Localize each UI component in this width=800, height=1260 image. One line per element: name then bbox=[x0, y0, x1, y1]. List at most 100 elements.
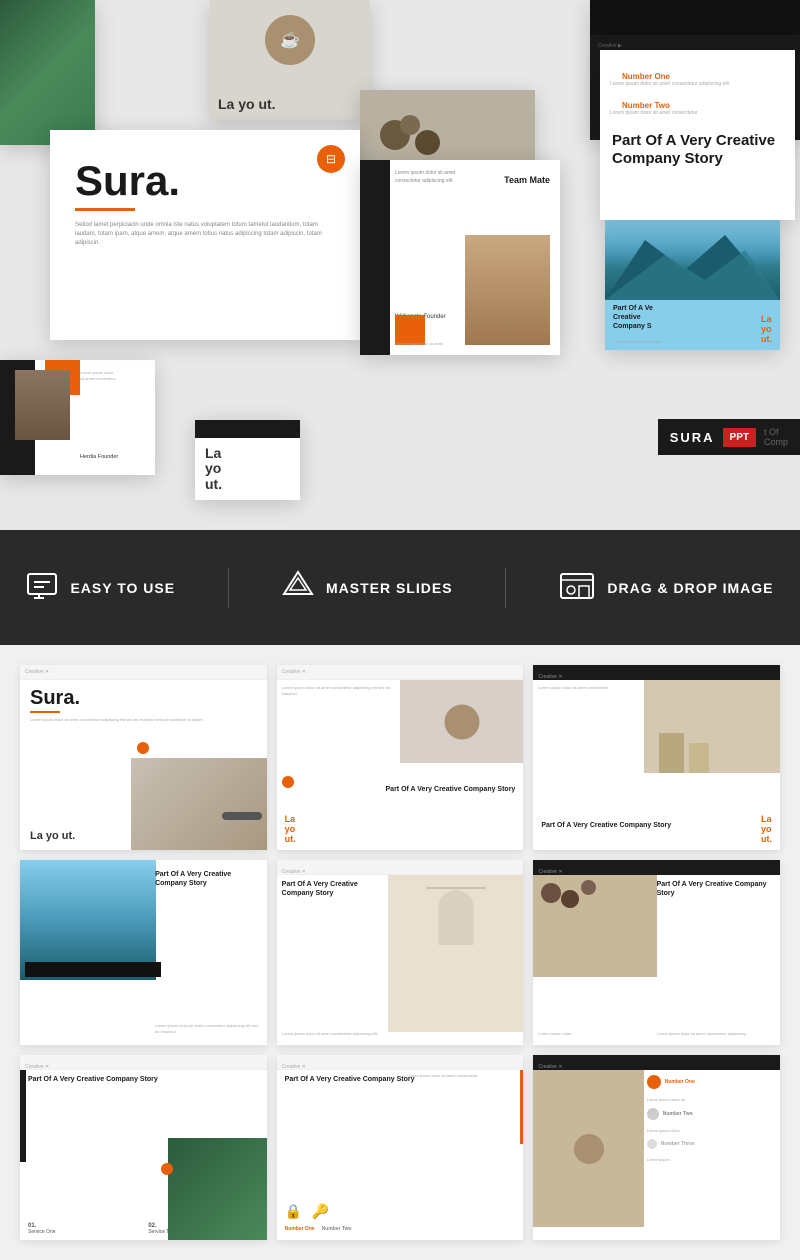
preview-section: ☕ La yo ut. Creative ▶ Number One Lorem … bbox=[0, 0, 800, 530]
gs5-arch-line bbox=[426, 887, 486, 889]
story-top-body2: Lorem ipsum dolor sit amet consectetur bbox=[610, 110, 785, 118]
gs5-arch bbox=[438, 890, 473, 945]
grid-slide-6: Creative ✕ Part Of A Very Creative Compa… bbox=[533, 860, 780, 1045]
gs3-story-text: Part Of A Very Creative Company Story bbox=[541, 821, 671, 830]
person-small-text: Lorem ipsum dolorsit amet consectetur bbox=[80, 370, 116, 382]
mountain-layout-text: Layout. bbox=[761, 315, 772, 345]
gs9-circle-1 bbox=[647, 1075, 661, 1089]
gs2-coffee-area bbox=[400, 680, 523, 763]
feature-easy-to-use: EASY TO USE bbox=[26, 570, 175, 606]
gs8-n2-label: Number Two bbox=[322, 1226, 352, 1232]
gs3-left-text: Lorem ipsum dolor sit amet consectetur. bbox=[538, 685, 644, 691]
person-photo bbox=[15, 370, 70, 440]
grid-slide-2: Creative ✕ Lorem ipsum dolor sit amet co… bbox=[277, 665, 524, 850]
gs1-body-text: Lorem ipsum dolor sit amet consectetur a… bbox=[30, 717, 257, 723]
gs8-header-text: Creative ✕ bbox=[277, 1064, 306, 1070]
slide-grid-section: Creative ✕ Sura. Lorem ipsum dolor sit a… bbox=[0, 645, 800, 1260]
gs7-service1-name: Service One bbox=[28, 1229, 138, 1235]
gs4-body-text: Lorem ipsum dolor sit amet consectetur a… bbox=[155, 1023, 259, 1035]
gs9-coffee-circle bbox=[574, 1134, 604, 1164]
gs1-header-text: Creative ✕ bbox=[25, 669, 49, 675]
grid-slide-7: Creative ✕ Part Of A Very Creative Compa… bbox=[20, 1055, 267, 1240]
gs9-n3-text: Lorem ipsum bbox=[647, 1157, 775, 1163]
gs8-body-text-right: Lorem ipsum dolor sit amet consectetur. bbox=[407, 1073, 518, 1079]
person-photo-bg bbox=[15, 370, 70, 440]
grid-slide-3: Creative ✕ Lorem ipsum dolor sit amet co… bbox=[533, 665, 780, 850]
feature-divider-2 bbox=[505, 568, 506, 608]
nut-2 bbox=[415, 130, 440, 155]
gs9-n1-label: Number One bbox=[665, 1079, 695, 1085]
ppt-text: PPT bbox=[723, 428, 756, 447]
team-small-text: Lorem ipsum dolor sit amet bbox=[395, 341, 443, 347]
gs9-dark-header: Creative ✕ bbox=[533, 1055, 780, 1070]
gs6-story-text: Part Of A Very Creative Company Story bbox=[657, 880, 775, 898]
mountain-story-text: Part Of A VeCreativeCompany S bbox=[605, 300, 780, 335]
main-body-text: Setiod lamet perpiciacin unde omnia iste… bbox=[75, 221, 335, 248]
gs2-layout-text: Layout. bbox=[285, 815, 296, 845]
gs9-n1-row: Number One bbox=[647, 1075, 775, 1089]
gs6-left-text: Lorem ipsum dolor bbox=[538, 1031, 571, 1037]
grid-slide-9: Creative ✕ Number One Lorem ipsum dolor … bbox=[533, 1055, 780, 1240]
team-dark-bar bbox=[360, 160, 390, 355]
gs8-n1-label: Number One bbox=[285, 1226, 315, 1232]
easy-to-use-label: EASY TO USE bbox=[70, 580, 175, 596]
gs7-black-bar bbox=[20, 1070, 26, 1162]
drag-drop-icon bbox=[559, 570, 595, 606]
easy-to-use-icon bbox=[26, 570, 58, 606]
master-slides-label: MASTER SLIDES bbox=[326, 580, 453, 596]
gs8-lock-icon: 🔒 bbox=[285, 1203, 302, 1220]
gs7-service1: 01. Service One bbox=[28, 1223, 138, 1235]
master-slides-icon bbox=[282, 570, 314, 606]
slide-grid: Creative ✕ Sura. Lorem ipsum dolor sit a… bbox=[20, 665, 780, 1240]
drag-drop-label: DRAG & DROP IMAGE bbox=[607, 580, 773, 596]
gs6-dark-header: Creative ✕ bbox=[533, 860, 780, 875]
bottom-layout-text: Layout. bbox=[205, 446, 222, 492]
gs3-header-text: Creative ✕ bbox=[533, 674, 562, 680]
story-top-title: Part Of A Very Creative Company Story bbox=[612, 132, 783, 168]
gs9-circle-3 bbox=[647, 1139, 657, 1149]
person-photo-bg bbox=[465, 235, 550, 345]
gs2-story-text: Part Of A Very Creative Company Story bbox=[386, 785, 516, 794]
slide-coffee: ☕ La yo ut. bbox=[210, 0, 370, 120]
gs9-n2-label: Number Two bbox=[663, 1111, 693, 1117]
gs9-n2-text: Lorem ipsum dolor bbox=[647, 1128, 775, 1134]
gs7-story-text: Part Of A Very Creative Company Story bbox=[28, 1075, 158, 1084]
slide-person-bl: Herdia Founder Lorem ipsum dolorsit amet… bbox=[0, 360, 155, 475]
gs7-header: Creative ✕ bbox=[20, 1055, 267, 1070]
mountain-svg bbox=[605, 220, 780, 300]
grid-slide-1: Creative ✕ Sura. Lorem ipsum dolor sit a… bbox=[20, 665, 267, 850]
slide-story-top: Number One Lorem ipsum dolor sit amet co… bbox=[600, 50, 795, 220]
mountain-body-text: Lorem ipsum dolor sit amet bbox=[613, 339, 661, 345]
gs2-coffee-circle bbox=[444, 704, 479, 739]
gs5-body-text: Lorem ipsum dolor sit amet consectetur a… bbox=[282, 1031, 388, 1037]
grid-slide-5: Creative ✕ Part Of A Very Creative Compa… bbox=[277, 860, 524, 1045]
feature-master-slides: MASTER SLIDES bbox=[282, 570, 453, 606]
gs6-bean1 bbox=[541, 883, 561, 903]
gs3-layout-text: Layout. bbox=[761, 815, 772, 845]
gs9-numbers-area: Number One Lorem ipsum dolor sit Number … bbox=[647, 1075, 775, 1163]
gs8-story-text: Part Of A Very Creative Company Story bbox=[285, 1075, 415, 1084]
story-top-body: Lorem ipsum dolor sit amet consectetur a… bbox=[610, 81, 785, 89]
ppt-extra: t OfComp bbox=[764, 427, 788, 447]
gs2-orange-dot bbox=[282, 776, 294, 788]
story-number-two: Number Two bbox=[622, 101, 773, 110]
gs6-bean2 bbox=[561, 890, 579, 908]
gs8-number1: Number One bbox=[285, 1226, 315, 1232]
gs8-key-icon: 🔑 bbox=[312, 1203, 329, 1220]
gs9-n2-row: Number Two bbox=[647, 1108, 775, 1120]
gs5-header-text: Creative ✕ bbox=[277, 869, 306, 875]
grid-slide-4: Part Of A Very Creative Company Story Lo… bbox=[20, 860, 267, 1045]
gs4-story-text: Part Of A Very Creative Company Story bbox=[155, 870, 259, 888]
slide-team: Lorem ipsum dolor sit ametconsectetur ad… bbox=[360, 160, 560, 355]
gs7-green-area bbox=[168, 1138, 267, 1240]
gs9-circle-2 bbox=[647, 1108, 659, 1120]
team-person-photo bbox=[465, 235, 550, 345]
gs3-building-shape2 bbox=[689, 743, 709, 773]
sura-ppt-badge: SURA PPT t OfComp bbox=[658, 419, 800, 455]
gs8-orange-bar bbox=[520, 1070, 523, 1144]
slide-green-image bbox=[0, 0, 95, 145]
gs5-story-text: Part Of A Very Creative Company Story bbox=[282, 880, 388, 898]
gs8-right-text: Lorem ipsum dolor sit amet consectetur. bbox=[407, 1073, 518, 1079]
gs2-header-text: Creative ✕ bbox=[282, 669, 306, 675]
story-number-one: Number One bbox=[622, 72, 773, 81]
